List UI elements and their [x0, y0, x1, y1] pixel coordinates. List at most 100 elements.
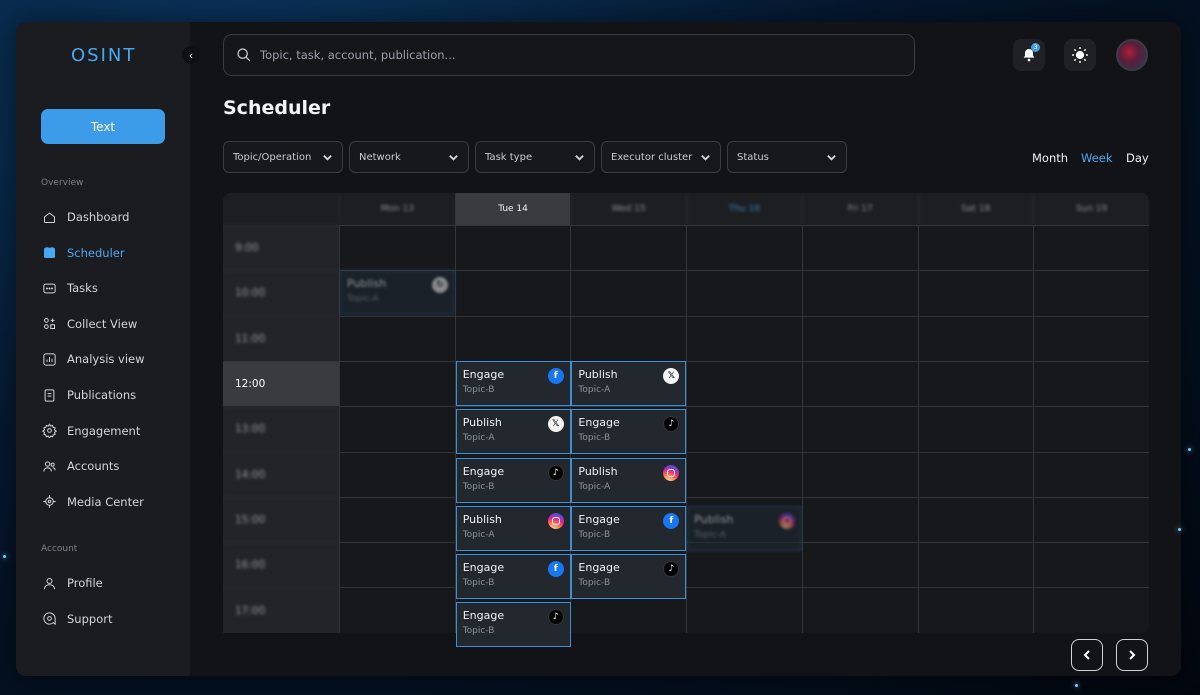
notifications-button[interactable]: 3: [1013, 39, 1045, 71]
time-slot-label: 16:00: [223, 542, 339, 587]
sidebar-item-collect-view[interactable]: Collect View: [41, 314, 137, 334]
scheduled-task-card[interactable]: Engage Topic-B ♪: [455, 457, 571, 503]
sidebar-item-profile[interactable]: Profile: [41, 573, 103, 593]
task-topic: Topic-A: [694, 529, 726, 540]
chevron-down-icon: [701, 154, 710, 161]
day-header[interactable]: Fri 17: [801, 193, 918, 225]
chevron-down-icon: [827, 154, 836, 161]
facebook-icon: f: [663, 512, 680, 529]
sidebar-item-engagement[interactable]: Engagement: [41, 421, 140, 441]
grid-column-line: [801, 225, 803, 633]
filter-label: Network: [359, 151, 401, 163]
theme-toggle-button[interactable]: [1064, 39, 1096, 71]
grid-row-line: [339, 406, 1149, 408]
grid-column-line: [1033, 225, 1035, 633]
tasks-icon: [41, 280, 57, 296]
sidebar-item-label: Collect View: [67, 316, 138, 331]
scheduled-task-card[interactable]: Publish Topic-A: [687, 505, 803, 551]
calendar-icon: [41, 245, 57, 261]
task-topic: Topic-B: [578, 578, 611, 589]
view-month-button[interactable]: Month: [1032, 151, 1068, 165]
scheduled-task-card[interactable]: Engage Topic-B ♪: [455, 602, 571, 648]
previous-week-button[interactable]: [1071, 639, 1103, 671]
scheduled-task-card[interactable]: Engage Topic-B f: [571, 505, 687, 551]
target-icon: [41, 494, 57, 510]
scheduled-task-card[interactable]: Engage Topic-B f: [455, 554, 571, 600]
dashboard-icon: [41, 209, 57, 225]
chevron-down-icon: [323, 154, 332, 161]
view-day-button[interactable]: Day: [1126, 151, 1149, 165]
background-star: [1075, 684, 1078, 687]
sidebar-item-label: Profile: [67, 576, 103, 590]
search-input[interactable]: Topic, task, account, publication...: [223, 34, 915, 76]
app-window: OSINT Text Overview Dashboard Scheduler Ta…: [16, 22, 1181, 676]
sidebar-item-tasks[interactable]: Tasks: [41, 278, 98, 298]
tiktok-icon: ♪: [663, 416, 680, 433]
day-header[interactable]: Sat 18: [917, 193, 1034, 225]
background-star: [3, 555, 6, 558]
time-slot-label: 17:00: [223, 587, 339, 632]
view-week-button[interactable]: Week: [1081, 151, 1113, 165]
user-icon: [41, 575, 57, 591]
sidebar: OSINT Text Overview Dashboard Scheduler Ta…: [16, 22, 190, 676]
sidebar-item-scheduler[interactable]: Scheduler: [41, 243, 125, 263]
collapse-sidebar-button[interactable]: ‹: [182, 46, 200, 64]
tiktok-icon: ♪: [663, 561, 680, 578]
chevron-down-icon: [449, 154, 458, 161]
task-topic: Topic-B: [462, 578, 495, 589]
grid-row-line: [339, 225, 1149, 226]
task-topic: Topic-A: [578, 384, 611, 395]
day-header[interactable]: Wed 15: [570, 193, 686, 225]
sidebar-item-label: Scheduler: [67, 245, 125, 260]
filter-network[interactable]: Network: [349, 141, 469, 173]
next-week-button[interactable]: [1116, 639, 1148, 671]
grid-row-line: [339, 315, 1149, 317]
filter-label: Task type: [485, 151, 533, 163]
analysis-icon: [41, 351, 57, 367]
sidebar-item-support[interactable]: Support: [41, 609, 112, 629]
day-header[interactable]: Mon 13: [339, 193, 455, 225]
filter-topic-operation[interactable]: Topic/Operation: [223, 141, 343, 173]
grid-column-line: [917, 225, 919, 633]
sidebar-item-accounts[interactable]: Accounts: [41, 456, 119, 476]
filter-task-type[interactable]: Task type: [475, 141, 595, 173]
filter-status[interactable]: Status: [727, 141, 847, 173]
sidebar-item-label: Publications: [67, 388, 137, 402]
day-header[interactable]: Thu 16: [686, 193, 802, 225]
scheduled-task-card[interactable]: Publish Topic-A 𝕏: [455, 409, 571, 455]
sidebar-item-dashboard[interactable]: Dashboard: [41, 207, 129, 227]
primary-button[interactable]: Text: [41, 109, 165, 144]
gear-icon: [41, 423, 57, 439]
scheduled-task-card[interactable]: Publish Topic-A 𝕏: [571, 360, 687, 406]
support-icon: [41, 611, 57, 627]
logo: OSINT: [71, 45, 137, 66]
sidebar-item-label: Media Center: [67, 494, 144, 509]
search-placeholder: Topic, task, account, publication...: [260, 48, 456, 62]
time-slot-label: 10:00: [223, 270, 339, 315]
collect-icon: [41, 316, 57, 332]
filter-label: Executor cluster: [611, 151, 693, 163]
user-avatar[interactable]: [1116, 39, 1148, 71]
time-column: 9:00 10:00 11:00 12:00 13:00 14:00 15:00 16:00 1…: [223, 225, 339, 633]
task-topic: Topic-A: [462, 529, 495, 540]
filter-executor-cluster[interactable]: Executor cluster: [601, 141, 721, 173]
scheduled-task-card[interactable]: Publish Topic-A: [571, 457, 687, 503]
task-topic: Topic-B: [462, 481, 495, 492]
sidebar-item-analysis-view[interactable]: Analysis view: [41, 349, 145, 369]
instagram-icon: [547, 512, 564, 529]
chevron-down-icon: [575, 154, 584, 161]
tiktok-icon: ♪: [547, 609, 564, 626]
scheduled-task-card[interactable]: Engage Topic-B ♪: [571, 554, 687, 600]
day-header[interactable]: Tue 14: [454, 193, 571, 225]
scheduled-task-card[interactable]: Engage Topic-B ♪: [571, 409, 687, 455]
day-header[interactable]: Sun 19: [1033, 193, 1149, 225]
task-topic: Topic-A: [462, 433, 495, 444]
scheduled-task-card[interactable]: Publish Topic-A: [455, 505, 571, 551]
sidebar-item-publications[interactable]: Publications: [41, 385, 136, 405]
sidebar-item-media-center[interactable]: Media Center: [41, 492, 144, 512]
generic-icon: ↻: [432, 277, 448, 294]
sidebar-item-label: Support: [67, 611, 113, 626]
time-slot-label: 9:00: [223, 225, 339, 270]
scheduled-task-card[interactable]: Engage Topic-B f: [455, 360, 571, 406]
scheduled-task-card[interactable]: Publish Topic-A ↻: [340, 270, 455, 316]
